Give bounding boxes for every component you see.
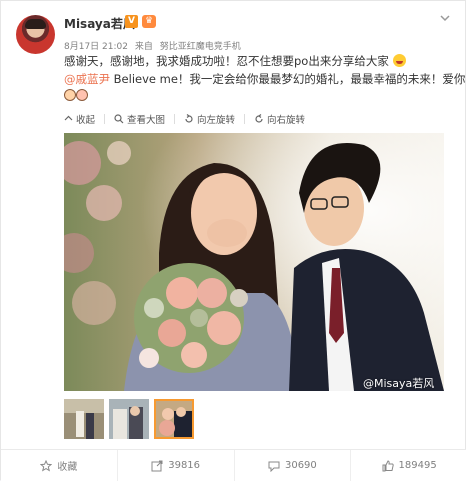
weibo-post-card: Misaya若风 V ♛ 8月17日 21:02 来自 努比亚红魔电竞手机 感谢… <box>0 0 466 481</box>
like-count: 189495 <box>398 460 437 471</box>
chevron-down-icon[interactable] <box>438 11 452 25</box>
post-photo[interactable] <box>64 133 444 391</box>
view-large-button[interactable]: 查看大图 <box>114 112 165 126</box>
image-toolbar: 收起 查看大图 向左旋转 向右旋转 <box>64 111 314 126</box>
avatar[interactable] <box>16 15 55 54</box>
action-bar: 收藏 39816 30690 189495 <box>1 449 466 481</box>
repost-icon <box>151 460 163 471</box>
post-text: 感谢天，感谢地，我求婚成功啦！忍不住想要po出来分享给大家 <box>64 54 389 68</box>
post-text-line-2: @戚蓝尹 Believe me！我一定会给你最最梦幻的婚礼，最最幸福的未来！爱你 <box>64 71 465 87</box>
like-icon <box>382 459 394 471</box>
photo-watermark: @Misaya若风 <box>363 377 435 390</box>
rotate-right-button[interactable]: 向右旋转 <box>254 112 305 126</box>
thumbnail-strip <box>64 399 194 439</box>
star-icon <box>40 459 53 472</box>
mention-link[interactable]: @戚蓝尹 <box>64 72 110 86</box>
like-button[interactable]: 189495 <box>351 450 466 481</box>
rotate-left-button[interactable]: 向左旋转 <box>184 112 235 126</box>
post-meta: 8月17日 21:02 来自 努比亚红魔电竞手机 <box>64 39 245 52</box>
divider <box>104 113 106 124</box>
collapse-label: 收起 <box>76 114 96 126</box>
view-large-label: 查看大图 <box>127 114 166 126</box>
comment-icon <box>268 461 280 472</box>
rotate-right-label: 向右旋转 <box>267 114 306 126</box>
favorite-button[interactable]: 收藏 <box>1 450 118 481</box>
repost-button[interactable]: 39816 <box>118 450 235 481</box>
divider <box>174 113 176 124</box>
collapse-button[interactable]: 收起 <box>64 112 95 126</box>
post-date[interactable]: 8月17日 21:02 <box>64 42 128 52</box>
rotate-right-icon <box>255 113 263 123</box>
laugh-emoji-icon <box>392 54 406 67</box>
post-source[interactable]: 努比亚红魔电竞手机 <box>160 42 241 52</box>
crown-icon: ♛ <box>142 15 156 28</box>
rotate-left-label: 向左旋转 <box>197 114 236 126</box>
collapse-icon <box>64 115 73 121</box>
comment-count: 30690 <box>284 460 317 471</box>
source-prefix: 来自 <box>134 42 153 52</box>
divider <box>244 113 246 124</box>
post-text-line-1: 感谢天，感谢地，我求婚成功啦！忍不住想要po出来分享给大家 <box>64 53 406 69</box>
favorite-label: 收藏 <box>57 462 78 473</box>
couple-emoji-icon <box>64 89 90 102</box>
thumbnail[interactable] <box>64 399 104 439</box>
thumbnail[interactable] <box>109 399 149 439</box>
comment-button[interactable]: 30690 <box>235 450 352 481</box>
rotate-left-icon <box>185 113 193 123</box>
post-text: Believe me！我一定会给你最最梦幻的婚礼，最最幸福的未来！爱你 <box>110 72 466 86</box>
thumbnail-active[interactable] <box>154 399 194 439</box>
zoom-icon <box>114 113 124 123</box>
verified-badge: V <box>125 15 138 28</box>
repost-count: 39816 <box>168 460 201 471</box>
